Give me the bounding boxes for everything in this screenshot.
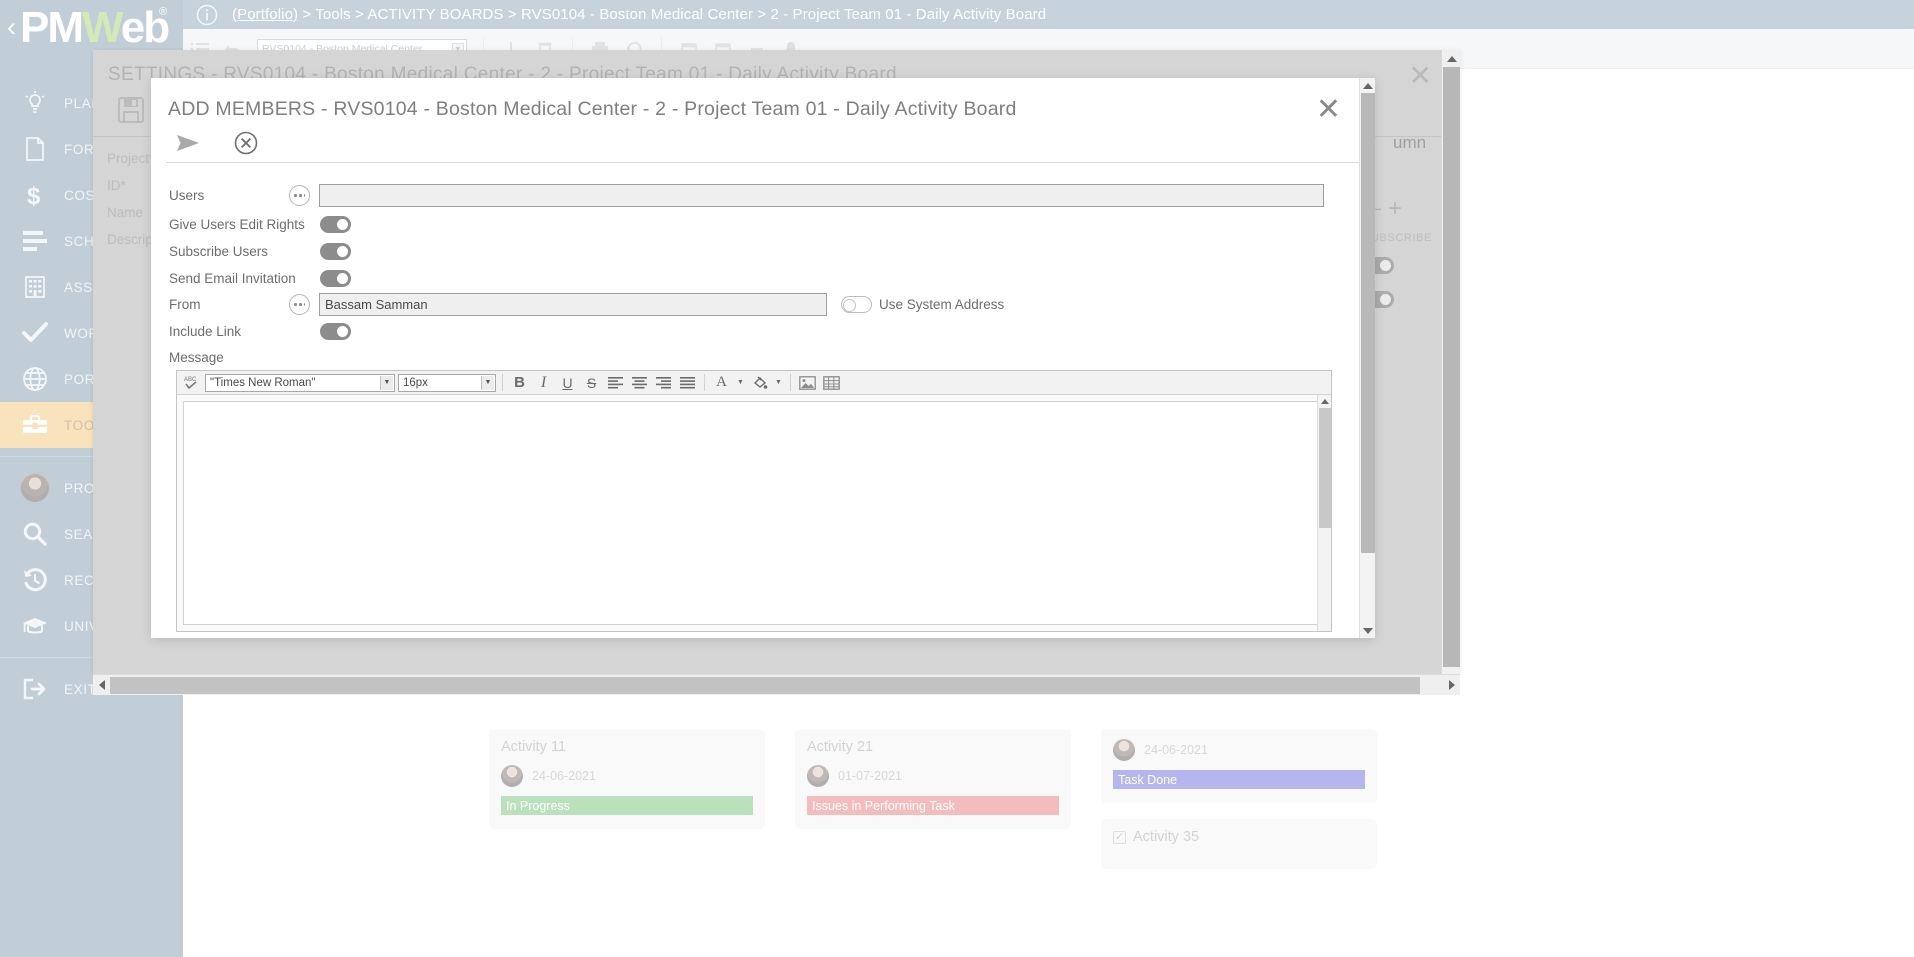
scroll-up-icon[interactable] [1318,395,1332,408]
users-picker-button[interactable] [289,185,310,206]
send-email-invitation-row: Send Email Invitation [151,265,1375,292]
scrollbar-thumb[interactable] [1361,93,1375,553]
settings-label-id: ID* [107,178,126,193]
scrollbar-thumb[interactable] [110,676,1420,694]
toggle-knob [336,218,349,231]
settings-close-button[interactable]: ✕ [1409,62,1432,90]
toggle-knob [1379,293,1392,306]
font-size-value: 16px [403,376,428,389]
from-row: From Use System Address [151,291,1375,318]
add-members-dialog: ADD MEMBERS - RVS0104 - Boston Medical C… [151,78,1375,638]
send-email-invitation-toggle[interactable] [320,270,351,287]
users-label: Users [169,188,205,203]
underline-button[interactable]: U [557,373,578,393]
align-left-button[interactable] [605,373,626,393]
message-editor-body[interactable] [183,401,1325,625]
text-color-dropdown-icon[interactable]: ▼ [735,373,746,393]
toggle-knob [336,325,349,338]
cancel-circle-icon[interactable] [229,126,263,160]
scrollbar-thumb[interactable] [1443,67,1460,667]
italic-button[interactable]: I [533,373,554,393]
send-email-invitation-label: Send Email Invitation [169,271,296,286]
scroll-down-icon[interactable] [1360,623,1376,638]
add-members-vertical-scrollbar[interactable] [1359,78,1375,638]
fill-color-dropdown-icon[interactable]: ▼ [773,373,784,393]
scroll-up-icon[interactable] [1442,50,1461,67]
chevron-down-icon[interactable]: ▼ [481,375,494,390]
insert-image-button[interactable] [797,373,818,393]
toggle-knob [1379,259,1392,272]
scroll-right-icon[interactable] [1443,675,1460,695]
give-users-edit-rights-label: Give Users Edit Rights [169,217,305,232]
add-members-close-button[interactable]: ✕ [1316,95,1341,125]
add-members-divider [166,162,1360,163]
from-picker-button[interactable] [289,294,310,315]
from-label: From [169,297,201,312]
align-center-button[interactable] [629,373,650,393]
bold-button[interactable]: B [509,373,530,393]
spellcheck-icon[interactable]: ABC [181,373,202,393]
scrollbar-track[interactable] [110,676,1443,695]
send-icon[interactable] [171,126,205,160]
align-justify-button[interactable] [677,373,698,393]
text-color-button[interactable]: A [711,373,732,393]
settings-horizontal-scrollbar[interactable] [93,674,1460,695]
settings-column-header: umn [1393,133,1427,152]
editor-toolbar: ABC "Times New Roman" ▼ 16px ▼ B I U S A… [177,371,1331,395]
fill-color-button[interactable] [749,373,770,393]
give-users-edit-rights-toggle[interactable] [320,216,351,233]
strikethrough-button[interactable]: S [581,373,602,393]
font-family-select[interactable]: "Times New Roman" ▼ [205,373,395,392]
from-input[interactable] [319,293,827,316]
font-family-value: "Times New Roman" [210,376,316,389]
give-users-edit-rights-row: Give Users Edit Rights [151,211,1375,238]
include-link-toggle[interactable] [320,323,351,340]
editor-vertical-scrollbar[interactable] [1317,395,1331,631]
scroll-up-icon[interactable] [1360,78,1376,93]
add-members-action-bar [171,126,263,160]
insert-table-button[interactable] [821,373,842,393]
subscribe-users-toggle[interactable] [320,243,351,260]
toggle-knob [843,299,856,312]
include-link-label: Include Link [169,324,242,339]
editor-divider [790,374,791,391]
use-system-address-label: Use System Address [879,297,1005,312]
scrollbar-thumb[interactable] [1319,408,1331,528]
message-label: Message [169,350,224,365]
add-column-icon[interactable]: + [1388,196,1402,220]
subscribe-users-label: Subscribe Users [169,244,269,259]
add-members-dialog-title: ADD MEMBERS - RVS0104 - Boston Medical C… [168,98,1017,120]
users-input[interactable] [319,184,1324,207]
settings-label-name: Name [107,205,144,220]
editor-divider [502,374,503,391]
settings-label-project: Project* [107,151,155,166]
subscribe-users-row: Subscribe Users [151,238,1375,265]
toggle-knob [336,245,349,258]
scroll-left-icon[interactable] [93,675,110,695]
users-row: Users [151,182,1375,209]
font-size-select[interactable]: 16px ▼ [398,373,496,392]
use-system-address-toggle[interactable] [841,296,872,313]
message-editor: ABC "Times New Roman" ▼ 16px ▼ B I U S A… [176,370,1332,632]
settings-save-icon[interactable] [115,94,147,131]
editor-divider [704,374,705,391]
include-link-row: Include Link [151,318,1375,345]
align-right-button[interactable] [653,373,674,393]
message-row: Message [151,344,1375,371]
chevron-down-icon[interactable]: ▼ [380,375,393,390]
settings-vertical-scrollbar[interactable] [1441,50,1461,674]
toggle-knob [336,272,349,285]
